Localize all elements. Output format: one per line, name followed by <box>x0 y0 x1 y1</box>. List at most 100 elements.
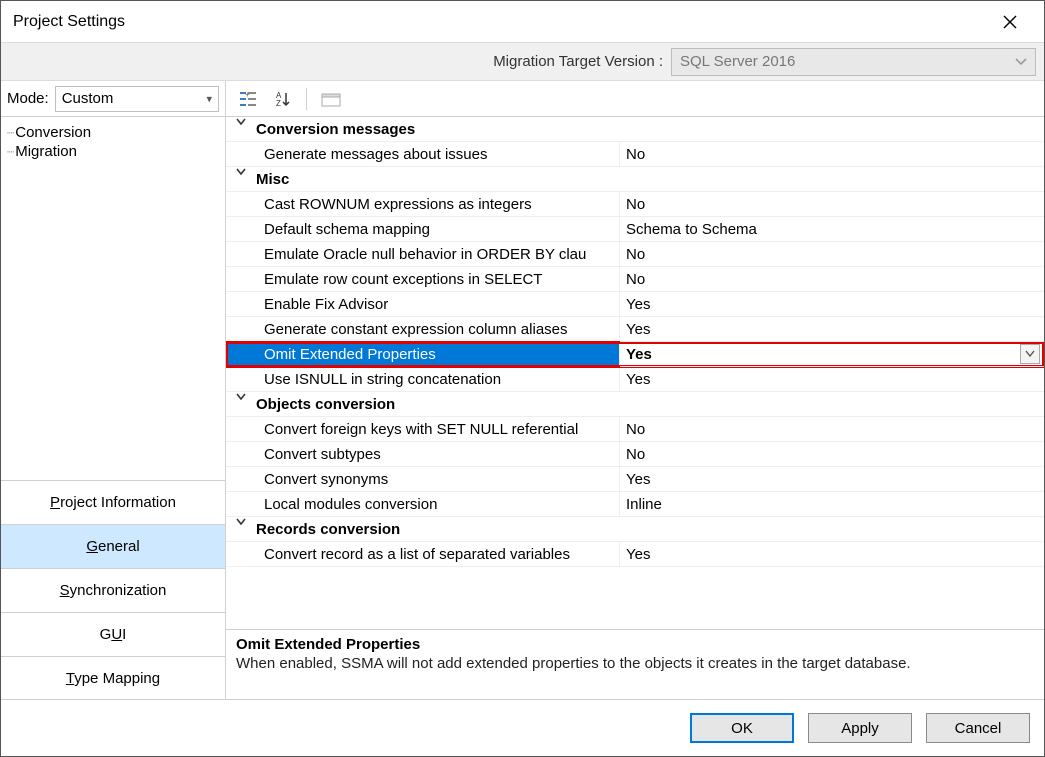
cancel-button[interactable]: Cancel <box>926 713 1030 743</box>
value-dropdown-button[interactable] <box>1020 344 1040 364</box>
tab-label: General <box>86 538 139 555</box>
tab-label: GUI <box>100 626 127 643</box>
svg-text:Z: Z <box>276 99 281 108</box>
property-value[interactable]: Inline <box>620 492 1044 517</box>
window-title: Project Settings <box>13 13 125 31</box>
property-row[interactable]: Omit Extended PropertiesYes <box>226 342 1044 367</box>
ok-button[interactable]: OK <box>690 713 794 743</box>
tab-general[interactable]: General <box>1 524 225 568</box>
property-label: Convert foreign keys with SET NULL refer… <box>226 417 620 442</box>
titlebar: Project Settings <box>1 1 1044 43</box>
category-label: Conversion messages <box>226 117 620 142</box>
expander-icon[interactable] <box>236 392 250 402</box>
property-value[interactable]: Yes <box>620 292 1044 317</box>
property-label: Default schema mapping <box>226 217 620 242</box>
property-label: Convert subtypes <box>226 442 620 467</box>
tree-node-conversion[interactable]: ┈ Conversion <box>3 123 223 142</box>
tab-label: Synchronization <box>60 582 167 599</box>
tab-typemap[interactable]: Type Mapping <box>1 656 225 700</box>
property-row[interactable]: Generate messages about issuesNo <box>226 142 1044 167</box>
tab-projinfo[interactable]: Project Information <box>1 480 225 524</box>
property-value[interactable]: Yes <box>620 342 1044 367</box>
window: Project Settings Migration Target Versio… <box>0 0 1045 757</box>
property-label: Generate messages about issues <box>226 142 620 167</box>
apply-button[interactable]: Apply <box>808 713 912 743</box>
property-row[interactable]: Convert subtypesNo <box>226 442 1044 467</box>
category-tabs: Project Information General Synchronizatio… <box>1 480 225 700</box>
property-value[interactable]: No <box>620 192 1044 217</box>
tree-node-label: Migration <box>15 143 77 160</box>
tree-node-label: Conversion <box>15 124 91 141</box>
property-value[interactable]: No <box>620 417 1044 442</box>
category-label: Records conversion <box>226 517 620 542</box>
property-pages-button[interactable] <box>317 86 345 112</box>
property-value[interactable]: No <box>620 442 1044 467</box>
property-label: Emulate Oracle null behavior in ORDER BY… <box>226 242 620 267</box>
property-value[interactable]: No <box>620 267 1044 292</box>
mode-bar: Mode: Custom ▾ <box>1 81 225 117</box>
property-grid-wrap: Conversion messagesGenerate messages abo… <box>226 117 1044 630</box>
property-value[interactable]: No <box>620 142 1044 167</box>
property-row[interactable]: Convert foreign keys with SET NULL refer… <box>226 417 1044 442</box>
property-toolbar: + A Z <box>226 81 1044 117</box>
description-title: Omit Extended Properties <box>236 636 1034 653</box>
expander-icon[interactable] <box>236 117 250 127</box>
close-icon <box>1003 15 1017 29</box>
property-row[interactable]: Local modules conversionInline <box>226 492 1044 517</box>
property-value[interactable]: Yes <box>620 542 1044 567</box>
expander-icon[interactable] <box>236 517 250 527</box>
toolbar-separator <box>306 88 307 110</box>
categorized-button[interactable]: + <box>234 86 262 112</box>
property-label: Local modules conversion <box>226 492 620 517</box>
mode-combo[interactable]: Custom ▾ <box>55 86 219 112</box>
property-value[interactable]: No <box>620 242 1044 267</box>
property-grid[interactable]: Conversion messagesGenerate messages abo… <box>226 117 1044 629</box>
property-row[interactable]: Generate constant expression column alia… <box>226 317 1044 342</box>
tree-branch-icon: ┈ <box>7 126 13 140</box>
property-value[interactable]: Schema to Schema <box>620 217 1044 242</box>
property-row[interactable]: Emulate Oracle null behavior in ORDER BY… <box>226 242 1044 267</box>
tab-sync[interactable]: Synchronization <box>1 568 225 612</box>
dialog-footer: OK Apply Cancel <box>1 700 1044 756</box>
property-value[interactable]: Yes <box>620 367 1044 392</box>
tab-label: Type Mapping <box>66 670 160 687</box>
property-category[interactable]: Records conversion <box>226 517 1044 542</box>
property-row[interactable]: Cast ROWNUM expressions as integersNo <box>226 192 1044 217</box>
category-label: Misc <box>226 167 620 192</box>
cancel-label: Cancel <box>955 720 1002 737</box>
property-label: Omit Extended Properties <box>226 342 620 367</box>
alphabetical-button[interactable]: A Z <box>268 86 296 112</box>
property-label: Emulate row count exceptions in SELECT <box>226 267 620 292</box>
expander-icon[interactable] <box>236 167 250 177</box>
chevron-down-icon <box>1025 350 1035 358</box>
property-category[interactable]: Conversion messages <box>226 117 1044 142</box>
mode-label: Mode: <box>7 90 49 107</box>
property-row[interactable]: Use ISNULL in string concatenationYes <box>226 367 1044 392</box>
category-label: Objects conversion <box>226 392 620 417</box>
dropdown-arrow-icon: ▾ <box>206 92 212 105</box>
target-version-combo[interactable]: SQL Server 2016 <box>671 48 1036 76</box>
target-version-value: SQL Server 2016 <box>680 53 795 70</box>
svg-text:+: + <box>245 90 250 99</box>
close-button[interactable] <box>988 1 1032 42</box>
chevron-down-icon <box>1015 58 1027 66</box>
property-row[interactable]: Enable Fix AdvisorYes <box>226 292 1044 317</box>
property-label: Convert record as a list of separated va… <box>226 542 620 567</box>
tab-gui[interactable]: GUI <box>1 612 225 656</box>
property-row[interactable]: Convert synonymsYes <box>226 467 1044 492</box>
settings-tree[interactable]: ┈ Conversion ┈ Migration <box>1 117 225 480</box>
property-row[interactable]: Convert record as a list of separated va… <box>226 542 1044 567</box>
tree-branch-icon: ┈ <box>7 145 13 159</box>
property-row[interactable]: Default schema mappingSchema to Schema <box>226 217 1044 242</box>
property-category[interactable]: Objects conversion <box>226 392 1044 417</box>
property-value[interactable]: Yes <box>620 467 1044 492</box>
property-category[interactable]: Misc <box>226 167 1044 192</box>
property-label: Use ISNULL in string concatenation <box>226 367 620 392</box>
property-pages-icon <box>321 91 341 107</box>
apply-label: Apply <box>841 720 879 737</box>
property-value[interactable]: Yes <box>620 317 1044 342</box>
description-body: When enabled, SSMA will not add extended… <box>236 655 1034 672</box>
property-row[interactable]: Emulate row count exceptions in SELECTNo <box>226 267 1044 292</box>
tab-label: Project Information <box>50 494 176 511</box>
tree-node-migration[interactable]: ┈ Migration <box>3 142 223 161</box>
